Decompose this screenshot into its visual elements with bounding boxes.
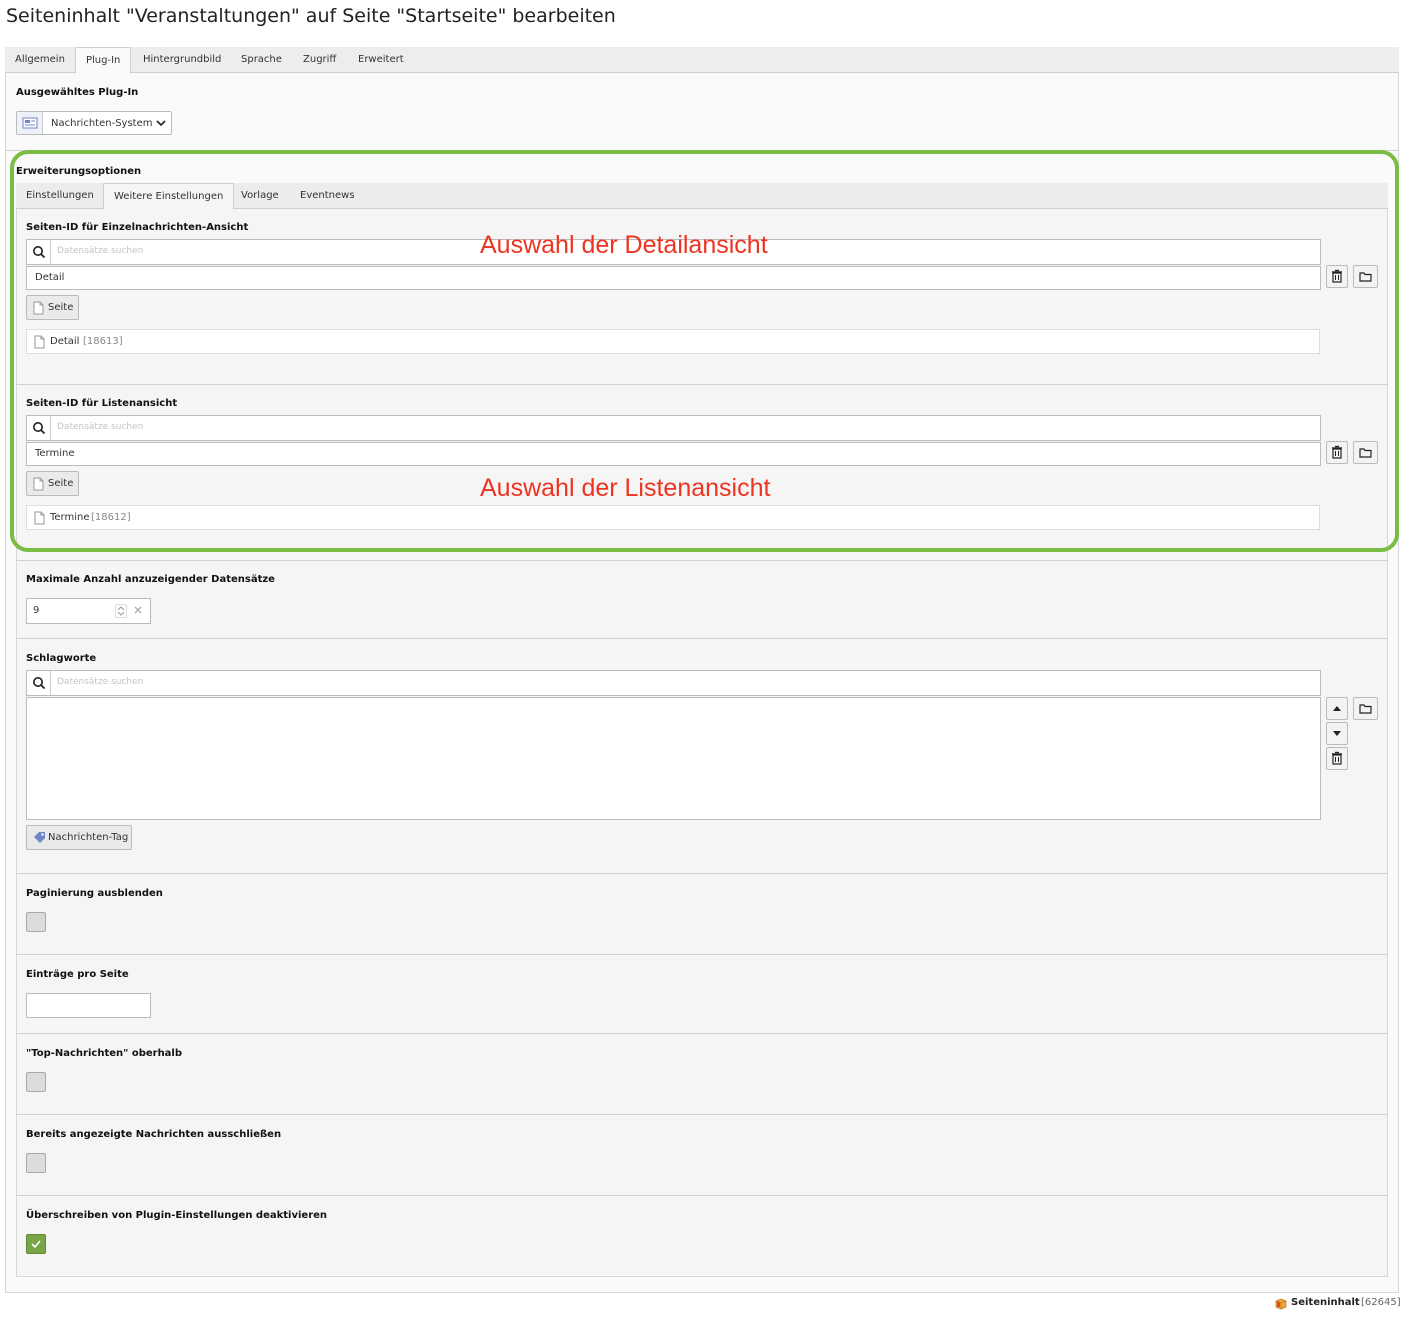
tab-allgemein[interactable]: Allgemein (5, 47, 75, 73)
arrow-down-icon (1333, 731, 1341, 736)
number-stepper[interactable] (115, 604, 127, 618)
tab-erweitert[interactable]: Erweitert (348, 47, 414, 73)
plugin-icon (17, 112, 43, 134)
tags-browse-button[interactable] (1353, 697, 1378, 720)
max-records-input[interactable]: 9 (26, 598, 151, 624)
tab-zugriff[interactable]: Zugriff (293, 47, 346, 73)
highlight-frame (10, 150, 1399, 552)
section-divider (16, 873, 1388, 874)
plugin-label: Ausgewähltes Plug-In (16, 87, 139, 98)
tab-sprache[interactable]: Sprache (231, 47, 292, 73)
page-title: Seiteninhalt "Veranstaltungen" auf Seite… (6, 5, 616, 27)
disable-override-label: Überschreiben von Plugin-Einstellungen d… (26, 1210, 328, 1221)
hide-pagination-label: Paginierung ausblenden (26, 888, 163, 899)
top-news-label: "Top-Nachrichten" oberhalb (26, 1048, 183, 1059)
main-tab-bar: Allgemein Plug-In Hintergrundbild Sprach… (5, 47, 1399, 74)
section-divider (16, 560, 1388, 561)
content-element-icon (1275, 1298, 1287, 1310)
search-placeholder: Datensätze suchen (57, 677, 144, 687)
max-records-label: Maximale Anzahl anzuzeigender Datensätze (26, 574, 275, 585)
move-down-button[interactable] (1326, 722, 1348, 745)
record-type: Seiteninhalt (1291, 1297, 1360, 1308)
hide-pagination-checkbox[interactable] (26, 912, 46, 932)
tags-delete-button[interactable] (1326, 747, 1348, 770)
exclude-displayed-checkbox[interactable] (26, 1153, 46, 1173)
search-icon (27, 671, 51, 695)
tags-label: Schlagworte (26, 653, 97, 664)
arrow-up-icon (1333, 706, 1341, 711)
tag-icon (33, 831, 46, 844)
tags-search-input[interactable]: Datensätze suchen (26, 670, 1321, 696)
tags-selection-list[interactable] (26, 697, 1321, 820)
section-divider (16, 1033, 1388, 1034)
section-divider (16, 1195, 1388, 1196)
plugin-select-value: Nachrichten-System (51, 118, 153, 129)
check-icon (31, 1240, 41, 1249)
move-up-button[interactable] (1326, 697, 1348, 720)
chevron-down-icon (155, 117, 167, 129)
folder-icon (1359, 704, 1372, 714)
items-per-page-input[interactable] (26, 993, 151, 1018)
top-news-checkbox[interactable] (26, 1072, 46, 1092)
exclude-displayed-label: Bereits angezeigte Nachrichten ausschlie… (26, 1129, 282, 1140)
section-divider (16, 954, 1388, 955)
disable-override-checkbox[interactable] (26, 1234, 46, 1254)
section-divider (16, 638, 1388, 639)
record-uid: [62645] (1361, 1297, 1401, 1308)
section-divider (16, 1114, 1388, 1115)
tab-plug-in[interactable]: Plug-In (75, 47, 132, 74)
add-news-tag-button[interactable]: Nachrichten-Tag (26, 825, 132, 850)
plugin-select[interactable]: Nachrichten-System (16, 111, 172, 135)
clear-icon[interactable] (133, 605, 143, 615)
items-per-page-label: Einträge pro Seite (26, 969, 129, 980)
tab-hintergrundbild[interactable]: Hintergrundbild (133, 47, 231, 73)
trash-icon (1332, 751, 1342, 765)
